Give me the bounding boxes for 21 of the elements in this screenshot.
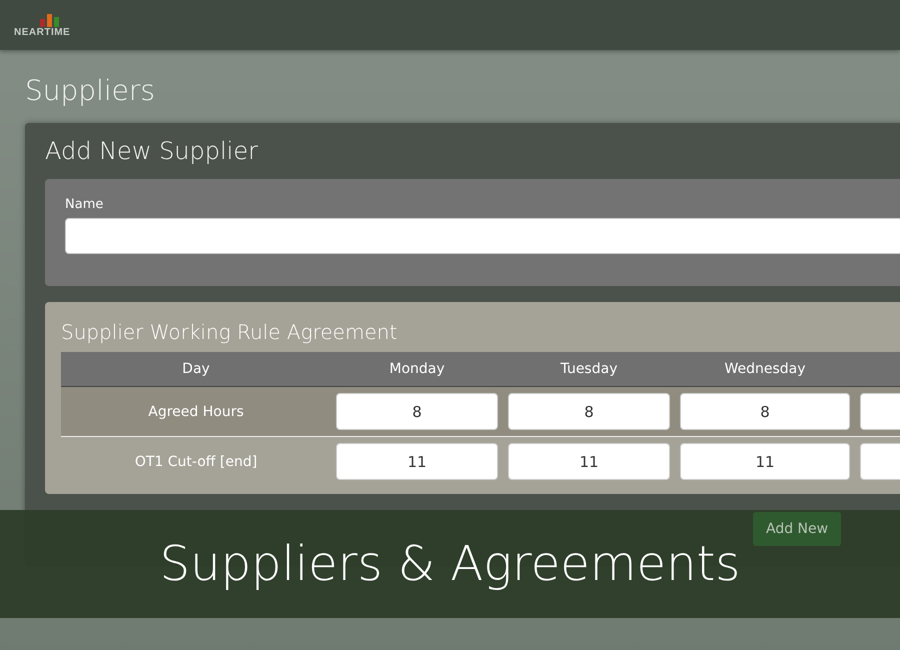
column-header: Day bbox=[61, 352, 331, 387]
banner-text: Suppliers & Agreements bbox=[160, 536, 740, 592]
row-label: Agreed Hours bbox=[148, 404, 244, 420]
logo-text: NEARTIME bbox=[14, 26, 70, 38]
hours-input-field[interactable]: 8 bbox=[680, 393, 850, 430]
agreement-title: Supplier Working Rule Agreement bbox=[61, 320, 398, 344]
bar-chart-icon bbox=[40, 12, 59, 26]
column-header: Tuesday bbox=[503, 352, 675, 387]
name-input-field[interactable] bbox=[65, 218, 900, 254]
card-title: Add New Supplier bbox=[45, 137, 259, 165]
row-label: OT1 Cut-off [end] bbox=[134, 454, 258, 470]
hours-input-field[interactable]: 11 bbox=[680, 443, 850, 480]
add-new-button[interactable]: Add New bbox=[753, 512, 842, 546]
hours-input-field[interactable]: 8 bbox=[508, 393, 670, 430]
name-label: Name bbox=[65, 197, 104, 212]
page-title: Suppliers bbox=[25, 74, 156, 107]
hours-input-field[interactable]: 8 bbox=[336, 393, 498, 430]
column-header: Monday bbox=[331, 352, 503, 387]
hours-input-field[interactable]: 11 bbox=[336, 443, 498, 480]
hours-input-field[interactable]: 11 bbox=[508, 443, 670, 480]
column-header: Wednesday bbox=[675, 352, 855, 387]
